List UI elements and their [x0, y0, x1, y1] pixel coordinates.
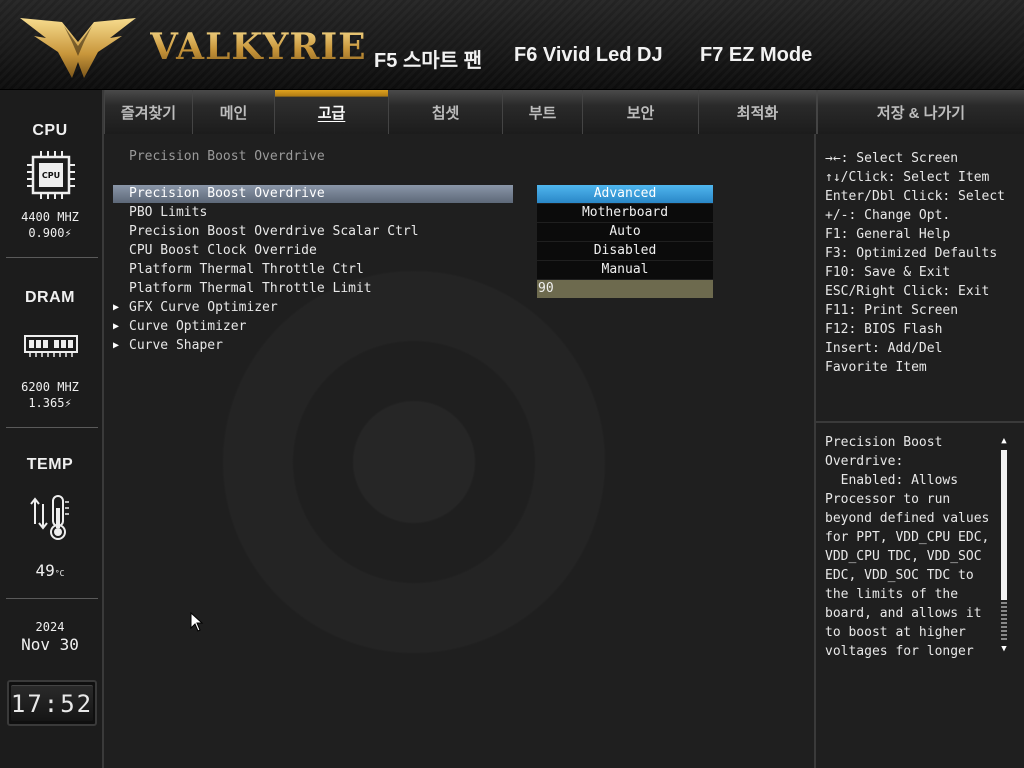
setting-value-thermal-throttle-ctrl[interactable]: Manual — [537, 261, 713, 279]
key-help-item: →←: Select Screen — [825, 151, 959, 166]
key-help-item: F1: General Help — [825, 227, 951, 242]
submenu-curve-shaper[interactable]: ▶ Curve Shaper — [113, 337, 513, 355]
mouse-pointer-icon — [190, 612, 204, 632]
cpu-voltage: 0.900 — [28, 226, 65, 240]
divider — [816, 421, 1024, 423]
scrollbar-thumb[interactable] — [1001, 450, 1007, 600]
dram-voltage: 1.365 — [28, 396, 65, 410]
cpu-voltage-line: 0.900⚡ — [0, 226, 100, 240]
divider — [6, 598, 98, 599]
setting-row-boost-clock-override[interactable]: CPU Boost Clock Override — [113, 242, 513, 260]
divider — [6, 257, 98, 258]
submenu-arrow-icon: ▶ — [113, 340, 120, 351]
svg-text:CPU: CPU — [42, 171, 60, 180]
submenu-label: Curve Shaper — [129, 338, 223, 353]
submenu-gfx-curve-optimizer[interactable]: ▶ GFX Curve Optimizer — [113, 299, 513, 317]
key-help-item: F11: Print Screen — [825, 303, 959, 318]
year: 2024 — [35, 620, 65, 634]
setting-value-pbo-scalar[interactable]: Auto — [537, 223, 713, 241]
setting-row-pbo-limits[interactable]: PBO Limits — [113, 204, 513, 222]
submenu-label: Curve Optimizer — [129, 319, 247, 334]
tab-label: 메인 — [219, 104, 248, 122]
smart-fan-hotkey[interactable]: F5 스마트 팬 — [374, 44, 482, 73]
key-help-item: Favorite Item — [825, 360, 927, 375]
tab-boot[interactable]: 부트 — [502, 90, 582, 134]
thermometer-icon — [30, 495, 69, 540]
brand-logo-text: VALKYRIE — [150, 26, 367, 68]
settings-panel: Precision Boost Overdrive Precision Boos… — [104, 134, 816, 768]
submenu-arrow-icon: ▶ — [113, 321, 120, 332]
setting-row-pbo[interactable]: Precision Boost Overdrive — [113, 185, 513, 203]
tab-favorites[interactable]: 즐겨찾기 — [104, 90, 192, 134]
key-help-item: ↑↓/Click: Select Item — [825, 170, 990, 185]
tab-label: 최적화 — [736, 104, 779, 122]
tab-security[interactable]: 보안 — [582, 90, 698, 134]
setting-row-thermal-throttle-limit[interactable]: Platform Thermal Throttle Limit — [113, 280, 513, 298]
temp-readout: 49°C — [0, 562, 100, 583]
key-help-item: F3: Optimized Defaults — [825, 246, 998, 261]
tab-label: 부트 — [528, 104, 557, 122]
tab-label: 고급 — [317, 104, 346, 122]
voltage-bolt-icon: ⚡ — [64, 226, 72, 240]
status-sidebar: CPU CPU 4400 MHZ 0.900⚡ DRAM 6200 MHZ 1.… — [0, 90, 104, 768]
temp-unit: °C — [54, 569, 65, 578]
dram-frequency: 6200 MHZ — [21, 380, 79, 394]
divider — [6, 427, 98, 428]
setting-value-pbo[interactable]: Advanced — [537, 185, 713, 203]
cpu-chip-icon: CPU — [27, 151, 75, 199]
key-help-item: +/-: Change Opt. — [825, 208, 951, 223]
setting-value-pbo-limits[interactable]: Motherboard — [537, 204, 713, 222]
tab-label: 칩셋 — [431, 104, 460, 122]
clock: 17:52 — [7, 680, 97, 726]
tab-advanced[interactable]: 고급 — [274, 90, 388, 134]
tab-chipset[interactable]: 칩셋 — [388, 90, 502, 134]
dram-module-icon — [24, 335, 78, 357]
setting-row-pbo-scalar[interactable]: Precision Boost Overdrive Scalar Ctrl — [113, 223, 513, 241]
temp-value: 49 — [35, 561, 55, 580]
key-help-item: F10: Save & Exit — [825, 265, 951, 280]
help-description: Precision Boost Overdrive: Enabled: Allo… — [825, 435, 990, 659]
cpu-frequency: 4400 MHZ — [21, 210, 79, 224]
submenu-arrow-icon: ▶ — [113, 302, 120, 313]
tab-label: 즐겨찾기 — [120, 104, 177, 122]
ez-mode-hotkey[interactable]: F7 EZ Mode — [700, 44, 812, 67]
dram-title: DRAM — [25, 289, 75, 306]
submenu-curve-optimizer[interactable]: ▶ Curve Optimizer — [113, 318, 513, 336]
voltage-bolt-icon: ⚡ — [64, 396, 72, 410]
tab-bar: 즐겨찾기 메인 고급 칩셋 부트 보안 최적화 — [104, 90, 816, 134]
setting-row-thermal-throttle-ctrl[interactable]: Platform Thermal Throttle Ctrl — [113, 261, 513, 279]
scrollbar-track — [1001, 602, 1007, 642]
dram-voltage-line: 1.365⚡ — [0, 396, 100, 410]
page-title: Precision Boost Overdrive — [129, 149, 325, 164]
help-scrollbar[interactable]: ▲ ▼ — [1000, 436, 1008, 654]
tab-save-exit[interactable]: 저장 & 나가기 — [816, 90, 1024, 134]
vivid-led-dj-hotkey[interactable]: F6 Vivid Led DJ — [514, 44, 663, 67]
scroll-up-arrow-icon[interactable]: ▲ — [1000, 436, 1008, 446]
scroll-down-arrow-icon[interactable]: ▼ — [1000, 644, 1008, 654]
key-help-item: Enter/Dbl Click: Select — [825, 189, 1006, 204]
date: Nov 30 — [21, 635, 79, 654]
header: VALKYRIE F5 스마트 팬 F6 Vivid Led DJ F7 EZ … — [0, 0, 1024, 90]
tab-label: 보안 — [626, 104, 655, 122]
setting-value-boost-clock-override[interactable]: Disabled — [537, 242, 713, 260]
tab-optimization[interactable]: 최적화 — [698, 90, 816, 134]
submenu-label: GFX Curve Optimizer — [129, 300, 278, 315]
key-help-item: F12: BIOS Flash — [825, 322, 943, 337]
thermal-throttle-limit-input[interactable]: 90 — [537, 280, 713, 298]
help-panel: →←: Select Screen ↑↓/Click: Select Item … — [816, 134, 1024, 768]
cpu-title: CPU — [32, 122, 68, 139]
clock-time: 17:52 — [11, 685, 93, 721]
temp-title: TEMP — [26, 456, 74, 473]
key-help-item: Insert: Add/Del — [825, 341, 943, 356]
tab-main[interactable]: 메인 — [192, 90, 274, 134]
key-help-item: ESC/Right Click: Exit — [825, 284, 990, 299]
key-help-list: →←: Select Screen ↑↓/Click: Select Item … — [825, 149, 1020, 377]
valkyrie-wings-logo-icon — [20, 18, 136, 78]
